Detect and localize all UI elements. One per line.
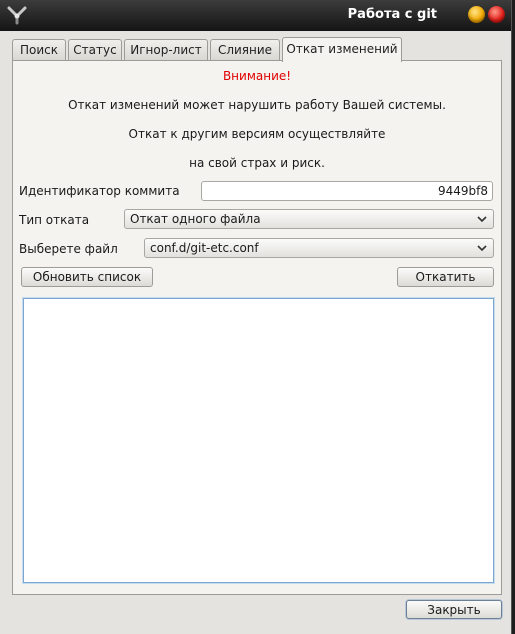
rollback-type-select[interactable]: Откат одного файла bbox=[124, 209, 494, 229]
title-bar[interactable]: Работа с git bbox=[0, 0, 511, 31]
git-window: Работа с git Поиск Статус Игнор-лист Сли… bbox=[0, 0, 512, 634]
refresh-list-button[interactable]: Обновить список bbox=[21, 267, 153, 287]
changes-list[interactable] bbox=[23, 298, 494, 583]
tab-rollback[interactable]: Откат изменений bbox=[282, 37, 402, 62]
tab-merge[interactable]: Слияние bbox=[210, 39, 280, 60]
rollback-type-value: Откат одного файла bbox=[130, 212, 261, 226]
tab-ignore-list[interactable]: Игнор-лист bbox=[124, 39, 208, 60]
rollback-panel: Внимание! Откат изменений может нарушить… bbox=[12, 60, 502, 595]
chevron-down-icon bbox=[477, 245, 487, 252]
file-value: conf.d/git-etc.conf bbox=[150, 241, 259, 255]
warning-line-2: Откат к другим версиям осуществляйте bbox=[128, 127, 386, 141]
window-title: Работа с git bbox=[347, 7, 437, 22]
file-label: Выберете файл bbox=[19, 242, 118, 256]
git-tool-icon bbox=[7, 6, 27, 25]
rollback-button[interactable]: Откатить bbox=[397, 267, 494, 287]
chevron-down-icon bbox=[477, 216, 487, 223]
minimize-icon[interactable] bbox=[468, 6, 485, 23]
tab-status[interactable]: Статус bbox=[68, 39, 122, 60]
tab-search[interactable]: Поиск bbox=[12, 39, 66, 60]
warning-title: Внимание! bbox=[222, 69, 292, 83]
commit-id-label: Идентификатор коммита bbox=[19, 184, 180, 198]
commit-id-input[interactable]: 9449bf8 bbox=[201, 181, 493, 201]
close-button[interactable]: Закрыть bbox=[406, 600, 502, 619]
warning-line-1: Откат изменений может нарушить работу Ва… bbox=[68, 98, 446, 112]
file-select[interactable]: conf.d/git-etc.conf bbox=[144, 238, 494, 258]
close-icon[interactable] bbox=[488, 6, 505, 23]
warning-line-3: на свой страх и риск. bbox=[189, 156, 325, 170]
rollback-type-label: Тип отката bbox=[19, 213, 90, 227]
